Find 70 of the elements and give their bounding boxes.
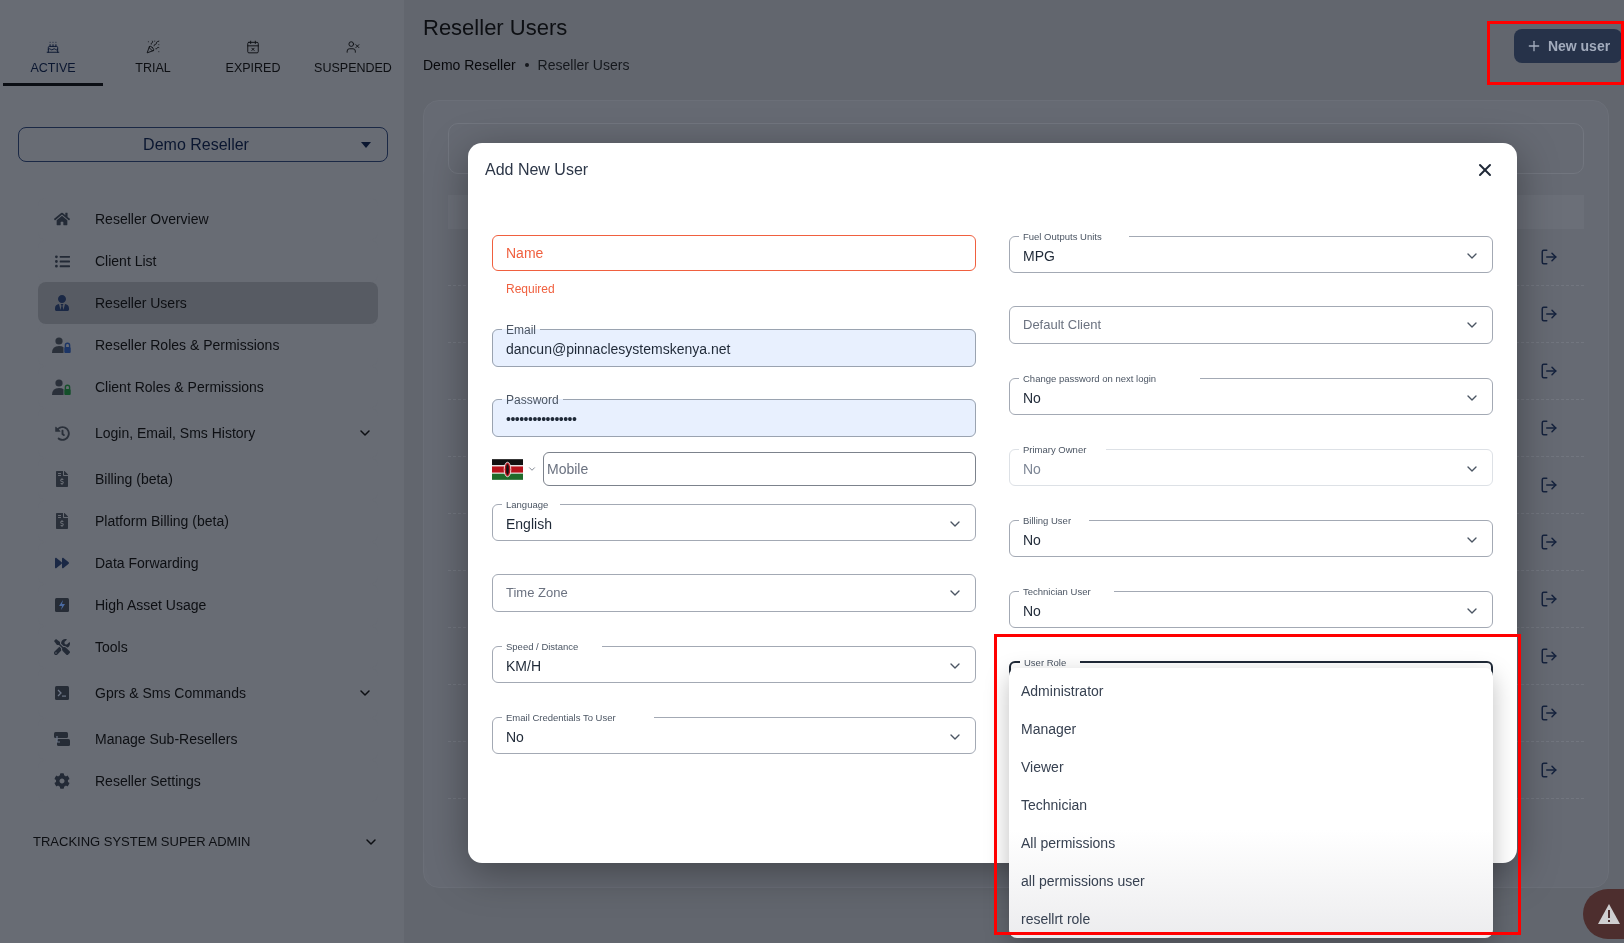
field-label: Billing User bbox=[1023, 515, 1072, 526]
field-label: Change password on next login bbox=[1023, 373, 1157, 384]
logout-icon[interactable] bbox=[1540, 761, 1558, 779]
logout-icon[interactable] bbox=[1540, 305, 1558, 323]
menu-option[interactable]: resellrt role bbox=[1009, 900, 1493, 938]
select-field[interactable]: Time Zone bbox=[492, 574, 976, 612]
field-label: Language bbox=[506, 499, 549, 510]
nav-item[interactable]: Reseller Users bbox=[38, 282, 378, 324]
field-label: Email bbox=[506, 323, 536, 337]
logout-icon[interactable] bbox=[1540, 647, 1558, 665]
tools-icon bbox=[54, 639, 70, 655]
text-field[interactable]: Email dancun@pinnaclesystemskenya.net bbox=[492, 322, 976, 367]
home-icon bbox=[54, 211, 70, 227]
reseller-select[interactable]: Demo Reseller bbox=[18, 127, 388, 162]
terminal-icon bbox=[55, 686, 69, 700]
logout-icon[interactable] bbox=[1540, 362, 1558, 380]
field-label: Email Credentials To User bbox=[506, 712, 616, 723]
logout-icon[interactable] bbox=[1540, 704, 1558, 722]
field-label: Speed / Distance bbox=[506, 641, 579, 652]
invoice-icon bbox=[56, 471, 68, 487]
new-user-button[interactable]: New user bbox=[1514, 29, 1622, 63]
bolt-icon bbox=[55, 598, 69, 612]
phone-field[interactable]: Mobile bbox=[543, 452, 976, 486]
person-icon bbox=[55, 295, 69, 311]
chevron-down-icon bbox=[527, 464, 537, 474]
status-tab[interactable]: ACTIVE bbox=[3, 36, 103, 86]
logout-icon[interactable] bbox=[1540, 248, 1558, 266]
field-label: Fuel Outputs Units bbox=[1023, 231, 1102, 242]
user-lock-icon bbox=[52, 379, 72, 395]
user-lock-icon bbox=[52, 337, 72, 353]
field-label: Primary Owner bbox=[1023, 444, 1087, 455]
password-field[interactable]: Password •••••••••••••••• bbox=[492, 392, 976, 437]
select-field[interactable]: Default Client bbox=[1009, 306, 1493, 344]
stacked-cards-icon bbox=[54, 732, 70, 746]
invoice-icon bbox=[56, 513, 68, 529]
calendar-x-icon bbox=[246, 40, 260, 54]
dot-separator-icon bbox=[524, 63, 529, 67]
logout-icon[interactable] bbox=[1540, 590, 1558, 608]
menu-option[interactable]: Manager bbox=[1009, 710, 1493, 748]
logout-icon[interactable] bbox=[1540, 419, 1558, 437]
flag-icon bbox=[492, 458, 523, 480]
breadcrumb-link[interactable]: Demo Reseller bbox=[423, 55, 516, 75]
text-field[interactable]: Name bbox=[492, 235, 976, 271]
field-label: User Role bbox=[1024, 657, 1067, 668]
breadcrumb-current: Reseller Users bbox=[537, 56, 630, 75]
logout-icon[interactable] bbox=[1540, 476, 1558, 494]
cake-icon bbox=[46, 40, 60, 54]
status-tab[interactable]: TRIAL bbox=[103, 36, 203, 86]
user-x-icon bbox=[346, 40, 360, 54]
menu-option[interactable]: Technician bbox=[1009, 786, 1493, 824]
party-popper-icon bbox=[146, 40, 160, 54]
field-label: Password bbox=[506, 393, 559, 407]
fast-forward-icon bbox=[54, 556, 70, 570]
field-label: Technician User bbox=[1023, 586, 1091, 597]
logout-icon[interactable] bbox=[1540, 533, 1558, 551]
status-tab[interactable]: SUSPENDED bbox=[303, 36, 403, 86]
section-header[interactable]: TRACKING SYSTEM SUPER ADMIN bbox=[33, 831, 379, 853]
page-title: Reseller Users bbox=[423, 14, 569, 42]
history-icon bbox=[54, 425, 70, 441]
menu-option[interactable]: Viewer bbox=[1009, 748, 1493, 786]
menu-option[interactable]: All permissions bbox=[1009, 824, 1493, 862]
menu-option[interactable]: Administrator bbox=[1009, 672, 1493, 710]
error-message: Required bbox=[506, 281, 556, 297]
list-icon bbox=[54, 253, 70, 269]
status-tab[interactable]: EXPIRED bbox=[203, 36, 303, 86]
menu-option[interactable]: all permissions user bbox=[1009, 862, 1493, 900]
caret-down-icon bbox=[361, 141, 371, 148]
dialog-title: Add New User bbox=[485, 160, 589, 180]
settings-icon bbox=[54, 773, 70, 789]
warning-icon bbox=[1597, 903, 1621, 925]
